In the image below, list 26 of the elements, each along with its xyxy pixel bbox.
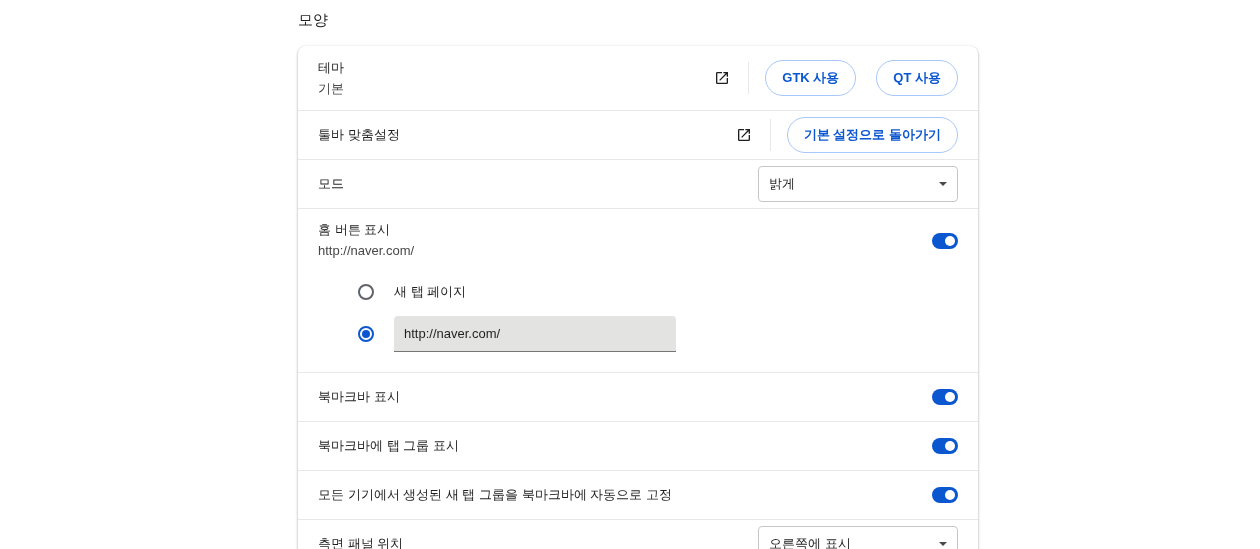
caret-icon <box>939 542 947 546</box>
row-label: 홈 버튼 표시 <box>318 221 392 239</box>
row-label: 모드 <box>318 175 345 193</box>
row-label: 모든 기기에서 생성된 새 탭 그룹을 북마크바에 자동으로 고정 <box>318 486 673 504</box>
row-label: 툴바 맞춤설정 <box>318 126 401 144</box>
section-title: 모양 <box>298 10 329 30</box>
radio-label: 새 탭 페이지 <box>394 283 467 301</box>
toggle-switch[interactable] <box>932 487 958 503</box>
row-label: 북마크바 표시 <box>318 388 401 406</box>
radio-button[interactable] <box>358 284 374 300</box>
toggle-switch[interactable] <box>932 438 958 454</box>
toggle-switch[interactable] <box>932 232 958 249</box>
row-label: 북마크바에 탭 그룹 표시 <box>318 437 460 455</box>
row-sublabel: 기본 <box>318 79 345 98</box>
external-link-icon[interactable] <box>714 70 731 86</box>
row-label: 테마 <box>318 58 345 77</box>
dropdown[interactable]: 밝게 <box>758 166 958 202</box>
external-link-icon[interactable] <box>735 127 752 143</box>
radio-button[interactable] <box>358 326 374 342</box>
caret-icon <box>939 182 947 186</box>
action-button[interactable]: GTK 사용 <box>765 60 857 96</box>
url-field[interactable]: http://naver.com/ <box>394 316 676 352</box>
toggle-switch[interactable] <box>932 389 958 405</box>
action-button[interactable]: 기본 설정으로 돌아가기 <box>786 117 958 153</box>
row-sublabel: http://naver.com/ <box>318 242 416 260</box>
action-button[interactable]: QT 사용 <box>876 60 958 96</box>
